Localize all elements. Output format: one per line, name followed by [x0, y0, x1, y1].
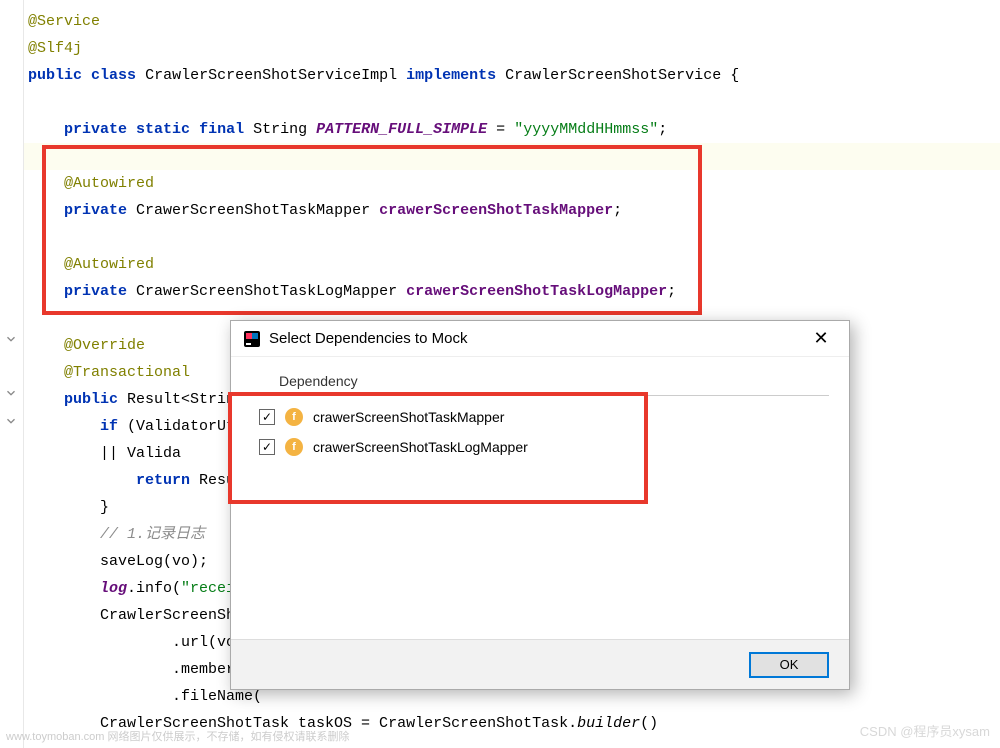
annotation-service: @Service — [28, 13, 100, 30]
field-icon: f — [285, 438, 303, 456]
task-log-mapper-field: crawerScreenShotTaskLogMapper — [406, 283, 667, 300]
close-icon[interactable]: ✕ — [805, 323, 837, 355]
select-dependencies-dialog: Select Dependencies to Mock ✕ Dependency… — [230, 320, 850, 690]
class-name: CrawlerScreenShotServiceImpl — [145, 67, 397, 84]
keyword-class: class — [91, 67, 136, 84]
field-icon: f — [285, 408, 303, 426]
checkbox[interactable]: ✓ — [259, 439, 275, 455]
intellij-icon — [243, 330, 261, 348]
watermark-left: www.toymoban.com 网络图片仅供展示，不存储，如有侵权请联系删除 — [6, 728, 349, 744]
editor-gutter — [0, 0, 24, 748]
keyword-public: public — [28, 67, 82, 84]
annotation-autowired: @Autowired — [64, 256, 154, 273]
collapse-icon[interactable] — [4, 414, 18, 428]
checkbox[interactable]: ✓ — [259, 409, 275, 425]
dialog-footer: OK — [231, 639, 849, 689]
comment: // 1.记录日志 — [100, 526, 205, 543]
dialog-titlebar: Select Dependencies to Mock ✕ — [231, 321, 849, 357]
watermark-right: CSDN @程序员xysam — [860, 721, 990, 740]
collapse-icon[interactable] — [4, 332, 18, 346]
dependency-row[interactable]: ✓ f crawerScreenShotTaskLogMapper — [251, 432, 829, 462]
dialog-title: Select Dependencies to Mock — [269, 330, 467, 347]
annotation-autowired: @Autowired — [64, 175, 154, 192]
dependency-label: crawerScreenShotTaskMapper — [313, 409, 504, 425]
ok-button[interactable]: OK — [749, 652, 829, 678]
dialog-body: Dependency ✓ f crawerScreenShotTaskMappe… — [231, 357, 849, 474]
task-mapper-field: crawerScreenShotTaskMapper — [379, 202, 613, 219]
dependency-column-header: Dependency — [251, 369, 829, 396]
pattern-field: PATTERN_FULL_SIMPLE — [316, 121, 487, 138]
collapse-icon[interactable] — [4, 386, 18, 400]
annotation-slf4j: @Slf4j — [28, 40, 82, 57]
keyword-implements: implements — [406, 67, 496, 84]
annotation-override: @Override — [64, 337, 145, 354]
annotation-transactional: @Transactional — [64, 364, 190, 381]
interface-name: CrawlerScreenShotService { — [505, 67, 739, 84]
dependency-label: crawerScreenShotTaskLogMapper — [313, 439, 528, 455]
dependency-row[interactable]: ✓ f crawerScreenShotTaskMapper — [251, 402, 829, 432]
